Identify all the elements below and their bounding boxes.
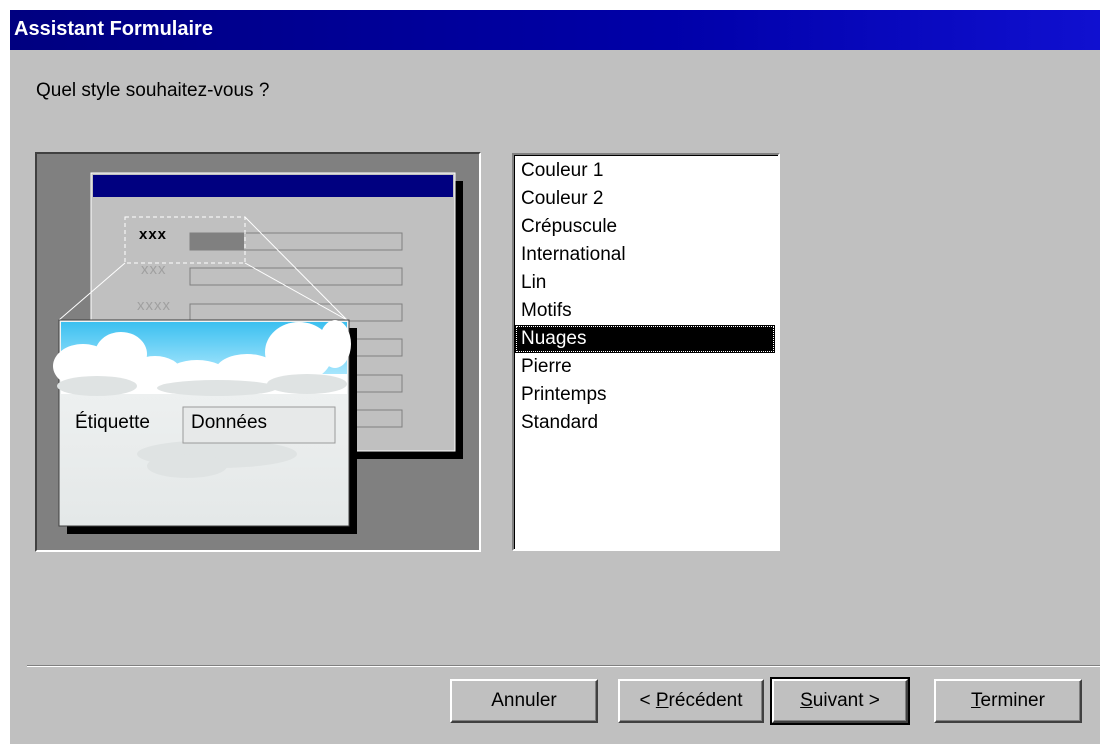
style-question: Quel style souhaitez-vous ? [36,80,270,101]
finish-button-mnemonic: T [971,690,981,711]
next-button-rest: uivant > [812,690,880,711]
style-preview: xxx xxx xxxx Étiquette Données [35,152,481,552]
previous-button-rest: récédent [668,690,743,711]
next-button-mnemonic: S [800,690,813,711]
preview-sample-label-1: xxx [139,226,168,243]
next-button[interactable]: Suivant > [770,677,910,725]
style-list[interactable]: Couleur 1 Couleur 2 Crépuscule Internati… [512,153,780,551]
list-item[interactable]: Lin [515,269,775,297]
list-item-selected[interactable]: Nuages [515,325,775,353]
preview-data-text: Données [191,412,268,433]
form-wizard-dialog: Assistant Formulaire Quel style souhaite… [10,10,1100,744]
list-item[interactable]: Motifs [515,297,775,325]
finish-button-rest: erminer [980,690,1045,711]
button-separator [27,665,1100,667]
preview-illustration [53,172,463,534]
list-item[interactable]: Printemps [515,381,775,409]
list-item[interactable]: Pierre [515,353,775,381]
preview-label-text: Étiquette [75,412,150,433]
list-item[interactable]: Crépuscule [515,213,775,241]
list-item[interactable]: International [515,241,775,269]
title-bar[interactable]: Assistant Formulaire [10,10,1100,50]
window-title: Assistant Formulaire [14,18,213,40]
preview-sample-label-2: xxx [141,261,167,278]
list-item[interactable]: Couleur 1 [515,157,775,185]
finish-button[interactable]: Terminer [934,679,1082,723]
cancel-button[interactable]: Annuler [450,679,598,723]
previous-button[interactable]: < Précédent [618,679,764,723]
cancel-button-label: Annuler [491,690,557,711]
list-item[interactable]: Standard [515,409,775,437]
previous-button-mnemonic: P [655,690,669,711]
preview-sample-label-3: xxxx [137,297,171,314]
list-item[interactable]: Couleur 2 [515,185,775,213]
previous-button-prefix: < [639,690,656,711]
